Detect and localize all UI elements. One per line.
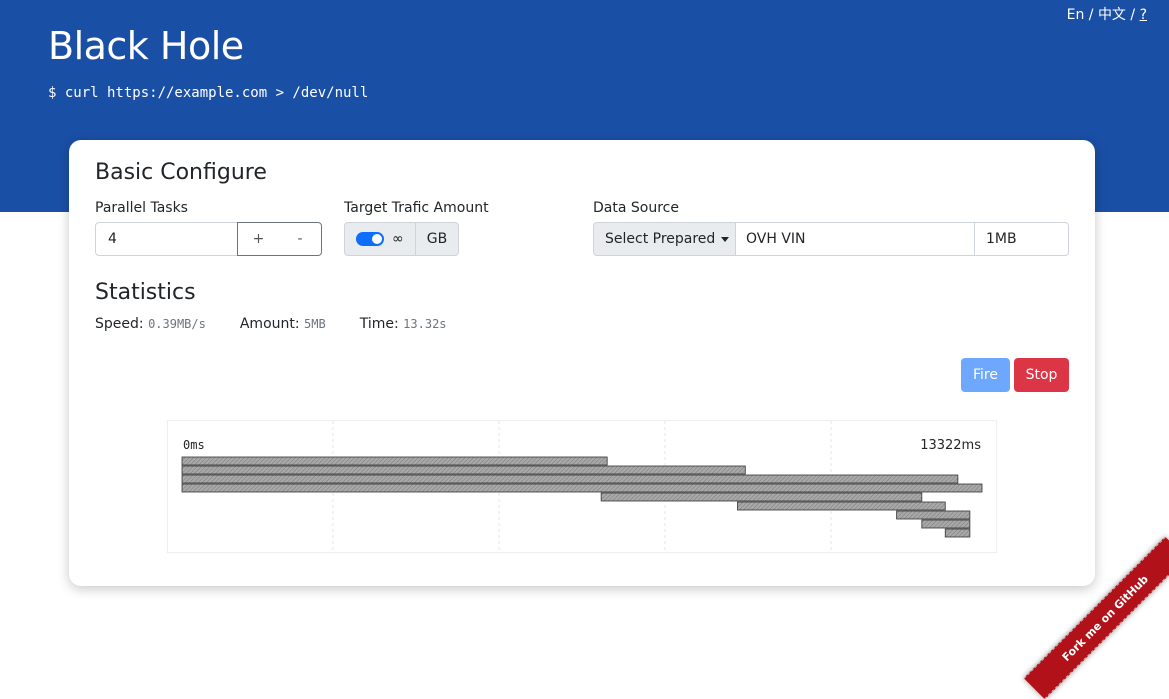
unlimited-toggle-switch[interactable] [356,232,384,246]
data-source-label: Data Source [593,200,679,216]
task-bar [944,528,971,538]
select-prepared-label: Select Prepared [605,231,716,247]
infinity-value: ∞ [392,231,404,247]
task-bar [181,474,959,484]
amount-stat: Amount: 5MB [240,316,326,332]
parallel-tasks-input[interactable]: 4 [95,222,238,256]
timeline-end-label: 13322ms [920,438,981,453]
page-title: Black Hole [48,24,244,68]
fire-button[interactable]: Fire [961,358,1010,392]
amount-label: Amount: [239,316,300,332]
time-value: 13.32s [403,317,447,331]
target-traffic-label: Target Trafic Amount [344,200,489,216]
lang-separator: / [1130,7,1140,23]
lang-separator: / [1088,7,1098,23]
task-bar [896,510,971,520]
task-bar [600,492,923,502]
speed-value: 0.39MB/s [148,317,206,331]
select-prepared-dropdown[interactable]: Select Prepared [593,222,736,256]
data-source-input[interactable]: OVH VIN [735,222,975,256]
command-subtitle: $ curl https://example.com > /dev/null [48,85,369,101]
config-card: Basic Configure Parallel Tasks 4 + - Tar… [69,140,1095,586]
task-bar [181,465,746,475]
speed-label: Speed: [95,316,144,332]
task-bar [181,483,983,493]
speed-stat: Speed: 0.39MB/s [95,316,206,332]
target-unit: GB [415,222,459,256]
increment-button[interactable]: + [237,222,280,256]
data-source-value: OVH VIN [746,231,806,247]
parallel-tasks-label: Parallel Tasks [95,200,188,216]
timeline-bars [181,456,983,538]
timeline-start-label: 0ms [183,438,205,452]
task-bar [181,456,608,466]
lang-zh-link[interactable]: 中文 [1098,7,1126,23]
lang-en-link[interactable]: En [1067,7,1085,23]
caret-down-icon [721,236,730,242]
parallel-tasks-value: 4 [108,231,117,247]
task-timeline: 0ms 13322ms [167,420,997,553]
language-switcher: En / 中文 / ? [1067,4,1147,24]
chunk-size-value: 1MB [986,231,1017,247]
timeline-chart [167,420,997,553]
task-bar [921,519,971,529]
toggle-knob [372,234,382,244]
statistics-heading: Statistics [95,280,196,305]
basic-configure-heading: Basic Configure [95,160,267,185]
chunk-size-input[interactable]: 1MB [974,222,1069,256]
stop-button[interactable]: Stop [1014,358,1069,392]
decrement-button[interactable]: - [279,222,322,256]
task-bar [737,501,946,511]
help-link[interactable]: ? [1140,7,1147,23]
unlimited-toggle-group: ∞ [344,222,416,256]
time-stat: Time: 13.32s [360,316,447,332]
amount-value: 5MB [304,317,326,331]
statistics-row: Speed: 0.39MB/s Amount: 5MB Time: 13.32s [95,316,481,332]
time-label: Time: [359,316,399,332]
